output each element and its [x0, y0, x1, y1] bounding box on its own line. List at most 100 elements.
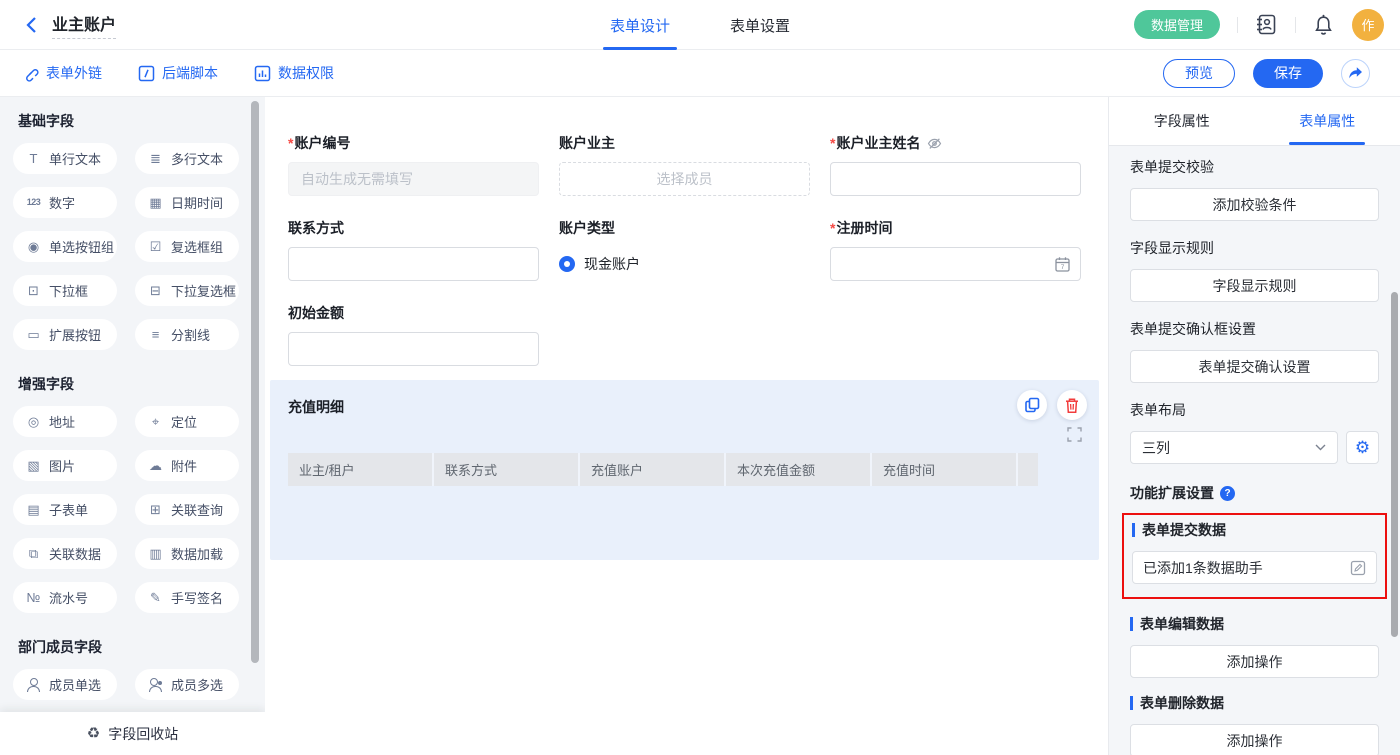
tab-field-properties[interactable]: 字段属性 — [1109, 97, 1255, 145]
field-item-attachment[interactable]: ☁附件 — [135, 450, 239, 481]
submit-data-assistant-button[interactable]: 已添加1条数据助手 — [1132, 551, 1377, 584]
field-item-extend-button[interactable]: ▭扩展按钮 — [13, 319, 117, 350]
field-item-multi-select[interactable]: ⊟下拉复选框 — [135, 275, 239, 306]
signature-icon: ✎ — [148, 591, 163, 604]
field-item-checkbox-group[interactable]: ☑复选框组 — [135, 231, 239, 262]
layout-select[interactable]: 三列 — [1130, 431, 1338, 464]
submit-confirm-settings-button[interactable]: 表单提交确认设置 — [1130, 350, 1379, 383]
field-item-label: 数据加载 — [171, 544, 223, 563]
field-item-image[interactable]: ▧ 图片 — [13, 450, 117, 481]
edit-icon — [1350, 560, 1366, 576]
single-line-text-icon: T — [26, 152, 41, 165]
field-initial-amount[interactable]: 初始金额 — [288, 303, 539, 366]
bell-icon — [1313, 14, 1334, 36]
share-button[interactable] — [1341, 59, 1370, 88]
user-avatar[interactable]: 作 — [1352, 9, 1384, 41]
field-item-member-multi[interactable]: 成员多选 — [135, 669, 239, 700]
field-item-multi-line-text[interactable]: ≣多行文本 — [135, 143, 239, 174]
section-title-enhanced-fields: 增强字段 — [18, 374, 241, 394]
label-field-visibility-rules: 字段显示规则 — [1130, 238, 1379, 258]
field-recycle-bin[interactable]: ♻ 字段回收站 — [0, 712, 265, 755]
copy-button[interactable] — [1017, 390, 1047, 420]
top-header: 业主账户 表单设计 表单设置 数据管理 — [0, 0, 1400, 50]
field-item-address[interactable]: ◎地址 — [13, 406, 117, 437]
layout-settings-button[interactable]: ⚙ — [1346, 431, 1379, 464]
account-owner-picker[interactable]: 选择成员 — [559, 162, 810, 196]
header-tabs: 表单设计 表单设置 — [610, 0, 790, 50]
basic-fields-grid: T单行文本 ≣多行文本 123数字 ▦日期时间 ◉单选按钮组 ☑复选框组 ⊡下拉… — [13, 143, 241, 350]
subform-column-contact: 联系方式 — [434, 453, 580, 486]
linked-data-icon: ⧉ — [26, 547, 41, 560]
field-account-number[interactable]: *账户编号 自动生成无需填写 — [288, 133, 539, 196]
field-item-signature[interactable]: ✎手写签名 — [135, 582, 239, 613]
field-item-radio-group[interactable]: ◉单选按钮组 — [13, 231, 117, 262]
sidebar-scrollbar[interactable] — [251, 101, 259, 663]
data-manage-button[interactable]: 数据管理 — [1134, 10, 1220, 39]
owner-name-input[interactable] — [830, 162, 1081, 196]
field-item-label: 地址 — [49, 412, 75, 431]
tab-form-properties[interactable]: 表单属性 — [1255, 97, 1400, 145]
data-permission-link[interactable]: 数据权限 — [254, 63, 334, 83]
panel-scrollbar[interactable] — [1391, 292, 1398, 637]
notifications-button[interactable] — [1313, 14, 1334, 36]
delete-data-add-action-button[interactable]: 添加操作 — [1130, 724, 1379, 755]
contact-book-button[interactable] — [1255, 13, 1278, 36]
field-item-select[interactable]: ⊡下拉框 — [13, 275, 117, 306]
expand-button[interactable] — [1067, 427, 1082, 442]
field-visibility-rules-button[interactable]: 字段显示规则 — [1130, 269, 1379, 302]
link-icon — [22, 65, 39, 82]
radio-selected-icon[interactable] — [559, 256, 575, 272]
field-item-linked-data[interactable]: ⧉ 关联数据 — [13, 538, 117, 569]
field-item-location[interactable]: ⌖定位 — [135, 406, 239, 437]
field-owner-name[interactable]: *账户业主姓名 — [830, 133, 1081, 196]
input-placeholder: 选择成员 — [657, 169, 713, 189]
blue-bar — [1130, 617, 1133, 631]
delete-button[interactable] — [1057, 390, 1087, 420]
preview-button[interactable]: 预览 — [1163, 59, 1235, 88]
tab-form-settings[interactable]: 表单设置 — [730, 0, 790, 50]
chevron-down-icon — [1315, 444, 1326, 451]
datetime-icon: ▦ — [148, 196, 163, 209]
field-account-type[interactable]: 账户类型 现金账户 — [559, 218, 810, 281]
subform-header-row: 业主/租户 联系方式 充值账户 本次充值金额 充值时间 — [288, 453, 1081, 486]
field-item-label: 图片 — [49, 456, 75, 475]
back-button[interactable] — [20, 14, 42, 36]
edit-data-add-action-button[interactable]: 添加操作 — [1130, 645, 1379, 678]
save-button[interactable]: 保存 — [1253, 59, 1323, 88]
field-item-single-line-text[interactable]: T单行文本 — [13, 143, 117, 174]
field-register-time[interactable]: *注册时间 7 — [830, 218, 1081, 281]
field-item-serial-number[interactable]: №流水号 — [13, 582, 117, 613]
member-single-icon — [26, 678, 41, 692]
form-toolbar: 表单外链 后端脚本 数据权限 预览 保存 — [0, 50, 1400, 97]
field-item-label: 分割线 — [171, 325, 210, 344]
select-icon: ⊡ — [26, 284, 41, 297]
label-form-edit-data: 表单编辑数据 — [1130, 614, 1379, 634]
field-item-label: 下拉复选框 — [171, 281, 236, 300]
field-item-label: 日期时间 — [171, 193, 223, 212]
field-contact[interactable]: 联系方式 — [288, 218, 539, 281]
help-icon[interactable]: ? — [1220, 486, 1235, 501]
field-item-divider[interactable]: ≡分割线 — [135, 319, 239, 350]
field-item-datetime[interactable]: ▦ 日期时间 — [135, 187, 239, 218]
field-item-member-single[interactable]: 成员单选 — [13, 669, 117, 700]
subform-recharge-detail[interactable]: 充值明细 — [270, 380, 1099, 560]
toolbar-link-label: 表单外链 — [46, 63, 102, 83]
field-item-label: 关联数据 — [49, 544, 101, 563]
contact-input[interactable] — [288, 247, 539, 281]
initial-amount-input[interactable] — [288, 332, 539, 366]
image-icon: ▧ — [26, 459, 41, 472]
field-item-subform[interactable]: ▤子表单 — [13, 494, 117, 525]
form-external-link[interactable]: 表单外链 — [22, 63, 102, 83]
field-account-owner[interactable]: 账户业主 选择成员 — [559, 133, 810, 196]
account-number-input[interactable]: 自动生成无需填写 — [288, 162, 539, 196]
extension-settings-title: 功能扩展设置 ? — [1130, 483, 1379, 503]
field-item-linked-query[interactable]: ⊞关联查询 — [135, 494, 239, 525]
add-validation-button[interactable]: 添加校验条件 — [1130, 188, 1379, 221]
field-item-number[interactable]: 123数字 — [13, 187, 117, 218]
register-time-input[interactable]: 7 — [830, 247, 1081, 281]
field-item-data-load[interactable]: ▥数据加载 — [135, 538, 239, 569]
subform-column-tail — [1018, 453, 1038, 486]
page-title[interactable]: 业主账户 — [52, 11, 116, 39]
backend-script-link[interactable]: 后端脚本 — [138, 63, 218, 83]
tab-form-design[interactable]: 表单设计 — [610, 0, 670, 50]
